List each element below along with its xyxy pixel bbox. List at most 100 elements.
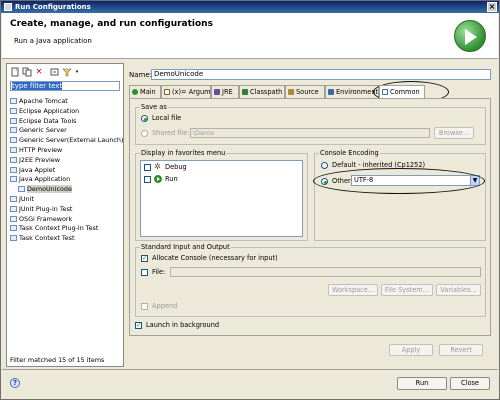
file-field[interactable] [170,267,481,277]
classpath-tab-icon [242,89,248,95]
source-tab-icon [288,89,294,95]
tree-item[interactable]: Apache Tomcat [10,96,122,106]
collapse-all-icon[interactable] [50,67,60,77]
append-checkbox[interactable] [141,303,148,310]
tree-item-label: Java Applet [19,165,56,174]
file-system-button[interactable]: File System... [381,284,433,296]
delete-icon[interactable]: ✕ [34,67,44,77]
filter-placeholder: type filter text [12,82,63,90]
other-encoding-radio[interactable] [321,178,328,185]
variables-button[interactable]: Variables... [436,284,481,296]
window-icon [4,3,12,11]
configuration-type-icon [10,127,17,134]
tree-item[interactable]: Java Application [10,174,122,184]
file-checkbox[interactable] [141,269,148,276]
apply-button[interactable]: Apply [389,344,433,356]
configuration-type-icon [10,146,17,153]
configuration-type-icon [10,98,17,104]
tab-source[interactable]: Source [285,85,325,98]
duplicate-icon[interactable] [22,67,32,77]
configuration-type-icon [10,156,17,163]
tree-item[interactable]: Eclipse Data Tools [10,116,122,126]
run-button[interactable]: Run [397,377,447,390]
filter-input[interactable]: type filter text [10,81,120,91]
launch-background-checkbox[interactable]: ✓ [135,322,142,329]
name-field[interactable]: DemoUnicode [151,69,491,80]
environment-tab-icon [328,89,334,95]
close-window-icon[interactable]: × [487,2,497,12]
run-configurations-window: Run Configurations × Create, manage, and… [0,0,500,400]
local-file-label: Local file [152,114,182,122]
standard-io-group: Standard Input and Output ✓ Allocate Con… [135,243,486,317]
save-as-title: Save as [140,103,168,111]
tree-item-label: Eclipse Application [19,106,80,115]
filter-menu-chevron-icon[interactable]: ▾ [72,67,82,77]
encoding-select[interactable]: UTF-8 ▼ [351,175,480,186]
filter-icon[interactable] [62,67,72,77]
revert-button[interactable]: Revert [439,344,483,356]
configuration-type-icon [10,166,17,173]
title-bar: Run Configurations × [1,1,499,13]
close-button[interactable]: Close [450,377,490,390]
header-title: Create, manage, and run configurations [10,19,213,29]
shared-file-label: Shared file: [152,129,190,137]
shared-file-radio[interactable] [141,130,148,137]
tree-item[interactable]: DemoUnicode [10,184,122,194]
debug-label: Debug [165,163,187,171]
other-encoding-label: Other [332,177,351,185]
tree-item[interactable]: OSGi Framework [10,214,122,224]
workspace-button[interactable]: Workspace... [328,284,378,296]
default-encoding-radio[interactable] [321,162,328,169]
configuration-type-icon [10,107,17,114]
jre-tab-icon [214,89,220,95]
tree-item-label: JUnit [19,194,34,203]
tab-bar: Main (x)= Arguments JRE Classpath Source… [129,85,491,98]
tree-item[interactable]: Task Context Test [10,233,122,243]
local-file-radio[interactable] [141,115,148,122]
shared-file-field[interactable]: \Demo [190,128,430,138]
tab-common[interactable]: Common [379,85,425,98]
tree-item[interactable]: HTTP Preview [10,145,122,155]
tree-item[interactable]: Generic Server(External Launch) [10,135,123,145]
tree-item[interactable]: Generic Server [10,125,122,135]
browse-button[interactable]: Browse... [434,127,474,139]
tab-label: JRE [222,88,233,96]
run-favorite-icon [154,175,162,183]
favorites-group: Display in favorites menu ✲ Debug Run [135,149,308,241]
configuration-type-icon [10,137,17,144]
chevron-down-icon[interactable]: ▼ [470,176,479,185]
tab-arguments[interactable]: (x)= Arguments [161,85,225,98]
tree-item-label: Generic Server [19,126,67,135]
tree-item-label: HTTP Preview [19,145,63,154]
common-tab-icon [382,89,388,95]
debug-checkbox[interactable] [144,164,151,171]
tree-item-label: Java Application [19,175,71,184]
run-icon [454,20,486,52]
configuration-type-icon [10,117,17,124]
tree-item[interactable]: Eclipse Application [10,106,122,116]
console-encoding-group: Console Encoding Default - inherited (Cp… [313,149,486,241]
allocate-console-checkbox[interactable]: ✓ [141,255,148,262]
encoding-value: UTF-8 [354,176,374,184]
tree-item[interactable]: JUnit [10,194,122,204]
tree-item[interactable]: Java Applet [10,165,122,175]
tab-classpath[interactable]: Classpath [239,85,285,98]
default-encoding-label: Default - inherited (Cp1252) [332,161,426,169]
configuration-type-icon [10,215,17,222]
standard-io-title: Standard Input and Output [140,243,231,251]
help-icon[interactable]: ? [10,378,20,388]
filter-status: Filter matched 15 of 15 items [10,356,105,364]
tree-item-label: JUnit Plug-in Test [19,204,73,213]
new-configuration-icon[interactable]: * [10,67,20,77]
tab-label: Environment [336,88,379,96]
tree-item[interactable]: JUnit Plug-in Test [10,204,122,214]
save-as-group: Save as Local file Shared file: \Demo Br… [135,103,486,145]
tab-main[interactable]: Main [129,85,161,98]
tree-item[interactable]: Task Context Plug-in Test [10,223,122,233]
tree-item[interactable]: J2EE Preview [10,155,122,165]
run-checkbox[interactable] [144,176,151,183]
tab-environment[interactable]: Environment [325,85,379,98]
arguments-tab-icon [164,89,170,95]
configurations-toolbar: * ✕ ▾ [9,66,121,80]
tab-jre[interactable]: JRE [211,85,239,98]
